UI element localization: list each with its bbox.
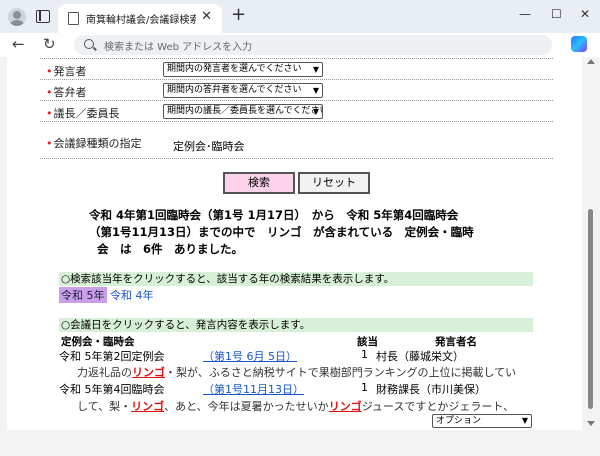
column-header-speaker: 発言者名 [435, 336, 477, 348]
address-placeholder: 検索または Web アドレスを入力 [104, 42, 253, 53]
keyword-highlight: リンゴ [132, 366, 165, 379]
meeting-name: 令和 5年第4回臨時会 [59, 383, 165, 396]
tab-actions-icon[interactable] [36, 10, 50, 23]
speaker-label-text: 発言者 [53, 65, 87, 78]
new-tab-button[interactable]: + [231, 5, 246, 25]
bullet-icon: • [46, 65, 53, 78]
title-bar: 南箕輪村議会/会議録検索システム ✕ + — ☐ ✕ [0, 0, 600, 33]
respondent-select[interactable]: 期間内の答弁者を選んでください ▼ [163, 83, 323, 98]
chevron-down-icon: ▼ [312, 86, 319, 95]
minimize-button[interactable]: — [519, 6, 531, 22]
maximize-button[interactable]: ☐ [551, 6, 562, 22]
speech-excerpt: して、梨・リンゴ、あと、今年は夏暑かったせいかリンゴジュースですとかジェラート、 [77, 398, 551, 414]
chevron-down-icon: ▼ [312, 107, 319, 116]
back-button[interactable]: ← [12, 35, 25, 53]
excerpt-text: ・梨が、ふるさと納税サイトで果樹部門ランキングの上位に掲載してい [165, 366, 517, 379]
scroll-thumb[interactable] [588, 209, 593, 409]
form-row-chair: •議長／委員長 期間内の議長／委員長を選んでください ▼ [40, 101, 553, 122]
column-header-meeting: 定例会・臨時会 [61, 336, 135, 348]
profile-avatar-icon[interactable] [8, 8, 26, 26]
scroll-down-icon[interactable] [587, 421, 595, 426]
web-page: •発言者 期間内の発言者を選んでください ▼ •答弁者 期間内の答弁者を選んでくだ… [7, 57, 582, 430]
kind-label: •会議録種類の指定 [46, 135, 142, 151]
search-icon [84, 39, 94, 49]
excerpt-text: 、あと、今年は夏暑かったせいか [164, 400, 329, 413]
form-row-respondent: •答弁者 期間内の答弁者を選んでください ▼ [40, 80, 553, 101]
navigation-bar: ← ↻ 検索または Web アドレスを入力 [0, 33, 600, 57]
speech-excerpt: 力返礼品のリンゴ・梨が、ふるさと納税サイトで果樹部門ランキングの上位に掲載してい [77, 364, 551, 380]
copilot-icon[interactable] [571, 36, 587, 52]
address-bar[interactable]: 検索または Web アドレスを入力 [74, 35, 552, 55]
vertical-scrollbar[interactable] [585, 57, 597, 430]
search-button[interactable]: 検索 [223, 172, 295, 194]
result-line-1: 令和 4年第1回臨時会（第1号 1月17日） から 令和 5年第4回臨時会 [89, 208, 459, 222]
respondent-label-text: 答弁者 [53, 86, 87, 99]
hit-count: 1 [361, 348, 368, 361]
meeting-instruction: ○会議日をクリックすると、発言内容を表示します。 [59, 318, 533, 332]
chair-label-text: 議長／委員長 [53, 107, 120, 120]
result-line-3: 会 は 6件 ありました。 [97, 242, 244, 256]
respondent-select-value: 期間内の答弁者を選んでください [167, 85, 302, 95]
close-window-button[interactable]: ✕ [580, 6, 590, 22]
form-row-kind: •会議録種類の指定 [40, 125, 553, 159]
chair-select[interactable]: 期間内の議長／委員長を選んでください ▼ [163, 104, 323, 119]
chevron-down-icon: ▼ [521, 416, 528, 425]
option-select[interactable]: オプション ▼ [432, 414, 532, 428]
bullet-icon: • [46, 137, 53, 150]
browser-tab[interactable]: 南箕輪村議会/会議録検索システム ✕ [58, 4, 222, 33]
kind-label-text: 会議録種類の指定 [53, 137, 142, 150]
form-row-speaker: •発言者 期間内の発言者を選んでください ▼ [40, 59, 553, 80]
chevron-down-icon: ▼ [312, 65, 319, 74]
year-instruction: ○検索該当年をクリックすると、該当する年の検索結果を表示します。 [59, 272, 533, 286]
speaker-label: •発言者 [46, 63, 87, 79]
year-link[interactable]: 令和 4年 [110, 287, 154, 303]
meeting-name: 令和 5年第2回定例会 [59, 350, 165, 363]
hit-count: 1 [361, 381, 368, 394]
speaker-name: 財務課長（市川美保） [376, 383, 486, 396]
chair-label: •議長／委員長 [46, 105, 120, 121]
meeting-date-link[interactable]: （第1号11月13日） [203, 381, 304, 397]
meeting-date-link[interactable]: （第1号 6月 5日） [203, 348, 297, 364]
result-line-2: （第1号11月13日）までの中で リンゴ が含まれている 定例会・臨時 [89, 225, 474, 239]
speaker-select-value: 期間内の発言者を選んでください [167, 64, 302, 74]
result-summary: 令和 4年第1回臨時会（第1号 1月17日） から 令和 5年第4回臨時会 （第… [89, 207, 509, 258]
keyword-highlight: リンゴ [131, 400, 165, 413]
column-header-count: 該当 [357, 336, 378, 348]
excerpt-text: して、梨・ [77, 400, 132, 413]
reload-button[interactable]: ↻ [43, 35, 56, 53]
excerpt-text: 力返礼品の [77, 366, 132, 379]
page-favicon-icon [68, 12, 79, 25]
speaker-name: 村長（藤城栄文） [376, 350, 464, 363]
year-link-selected[interactable]: 令和 5年 [59, 287, 107, 303]
kind-value: 定例会･臨時会 [173, 140, 245, 153]
bullet-icon: • [46, 86, 53, 99]
respondent-label: •答弁者 [46, 84, 87, 100]
bullet-icon: • [46, 107, 53, 120]
speaker-select[interactable]: 期間内の発言者を選んでください ▼ [163, 62, 323, 77]
reset-button[interactable]: リセット [298, 172, 370, 194]
tab-close-icon[interactable]: ✕ [201, 10, 212, 24]
tab-title: 南箕輪村議会/会議録検索システム [86, 15, 196, 26]
scroll-up-icon[interactable] [587, 59, 595, 64]
keyword-highlight: リンゴ [328, 400, 362, 413]
chair-select-value: 期間内の議長／委員長を選んでください [167, 106, 323, 116]
option-select-value: オプション [436, 416, 482, 426]
excerpt-text: ジュースですとかジェラート、 [361, 400, 515, 413]
